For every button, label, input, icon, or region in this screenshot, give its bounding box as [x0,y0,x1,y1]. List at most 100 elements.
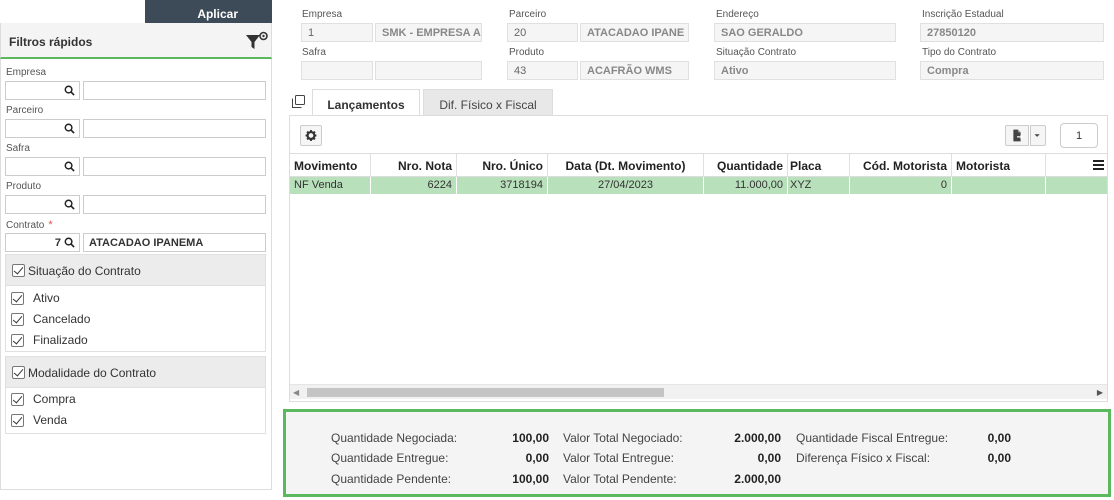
grid-settings-button[interactable] [300,125,322,146]
quick-filters-panel: Aplicar Filtros rápidos Empresa Parceiro… [0,0,272,490]
safra-filter-label: Safra [6,143,30,154]
vt-entregue-value: 0,00 [757,451,781,465]
col-nro-unico[interactable]: Nro. Único [457,154,548,177]
scrollbar-thumb[interactable] [307,388,664,397]
contrato-desc-input[interactable]: ATACADAO IPANEMA [83,233,266,252]
cancelado-checkbox[interactable] [11,313,24,326]
inscricao-field: 27850120 [920,23,1104,42]
finalizado-label: Finalizado [33,333,88,347]
vt-negociado-label: Valor Total Negociado: [563,431,683,445]
situacao-field: Ativo [714,61,896,80]
safra-name-field [375,61,482,80]
endereco-field: SAO GERALDO [714,23,896,42]
cell-movimento: NF Venda [290,177,371,194]
page-number[interactable]: 1 [1060,123,1098,148]
tab-dif-fisico-fiscal[interactable]: Dif. Físico x Fiscal [423,89,553,116]
produto-label: Produto [509,47,545,58]
col-motorista[interactable]: Motorista [952,154,1046,177]
qtd-fiscal-entregue-label: Quantidade Fiscal Entregue: [796,431,949,445]
contrato-code-value: 7 [54,237,61,249]
qtd-pendente-value: 100,00 [512,472,549,486]
safra-code-input[interactable] [5,157,80,176]
scroll-left-arrow-icon[interactable]: ◀ [293,388,299,397]
scroll-right-arrow-icon[interactable]: ▶ [1097,388,1103,397]
empresa-label: Empresa [302,9,343,20]
search-icon[interactable] [64,85,75,96]
venda-label: Venda [33,413,68,427]
tab-lancamentos[interactable]: Lançamentos [312,89,420,116]
modalidade-group-label: Modalidade do Contrato [28,366,157,380]
vt-pendente-label: Valor Total Pendente: [563,472,677,486]
qtd-fiscal-entregue-value: 0,00 [987,431,1011,445]
endereco-label: Endereço [716,9,759,20]
tipo-contrato-field: Compra [920,61,1104,80]
contrato-label-text: Contrato [6,220,45,231]
empresa-desc-input[interactable] [83,81,266,100]
search-icon[interactable] [64,123,75,134]
produto-code-input[interactable] [5,195,80,214]
quick-filters-title: Filtros rápidos [9,35,93,49]
col-placa[interactable]: Placa [788,154,850,177]
empresa-code-field: 1 [301,23,373,42]
produto-desc-input[interactable] [83,195,266,214]
parceiro-label: Parceiro [509,9,547,20]
modalidade-group-checkbox[interactable] [12,366,25,379]
caret-down-icon [1034,134,1040,137]
cell-motorista [952,177,1046,194]
qtd-negociada-label: Quantidade Negociada: [331,431,458,445]
export-dropdown[interactable] [1030,125,1046,146]
vt-negociado-value: 2.000,00 [734,431,781,445]
ativo-checkbox[interactable] [11,292,24,305]
situacao-group-checkbox[interactable] [12,264,25,277]
vt-pendente-value: 2.000,00 [734,472,781,486]
grid-header-row: Movimento Nro. Nota Nro. Único Data (Dt.… [290,153,1107,177]
filter-settings-icon[interactable] [245,31,269,53]
tipo-contrato-label: Tipo do Contrato [922,47,997,58]
venda-checkbox[interactable] [11,414,24,427]
col-nro-nota[interactable]: Nro. Nota [371,154,457,177]
cell-data-movimento: 27/04/2023 [548,177,704,194]
vt-entregue-label: Valor Total Entregue: [563,451,674,465]
export-button[interactable] [1005,125,1029,146]
search-icon[interactable] [64,237,75,248]
search-icon[interactable] [64,161,75,172]
safra-desc-input[interactable] [83,157,266,176]
contrato-code-input[interactable]: 7 [5,233,80,252]
col-cod-motorista[interactable]: Cód. Motorista [850,154,952,177]
situacao-group-header[interactable]: Situação do Contrato [5,254,266,286]
situacao-label: Situação Contrato [716,47,797,58]
apply-button[interactable]: Aplicar [145,0,272,23]
qtd-pendente-label: Quantidade Pendente: [331,472,452,486]
cell-quantidade: 11.000,00 [704,177,788,194]
cell-nro-nota: 6224 [371,177,457,194]
table-row[interactable]: NF Venda 6224 3718194 27/04/2023 11.000,… [290,177,1107,194]
column-menu-icon[interactable] [1093,160,1104,170]
search-icon[interactable] [64,199,75,210]
parceiro-code-input[interactable] [5,119,80,138]
modalidade-group-header[interactable]: Modalidade do Contrato [5,356,266,388]
compra-checkbox[interactable] [11,393,24,406]
inscricao-label: Inscrição Estadual [922,9,1004,20]
produto-code-field: 43 [507,61,578,80]
contrato-filter-label: Contrato * [6,219,53,231]
parceiro-desc-input[interactable] [83,119,266,138]
finalizado-checkbox[interactable] [11,334,24,347]
situacao-group-label: Situação do Contrato [28,264,141,278]
cell-placa: XYZ [788,177,850,194]
copy-icon[interactable] [292,95,305,108]
ativo-label: Ativo [33,291,60,305]
diferenca-fisico-fiscal-label: Diferença Físico x Fiscal: [796,451,931,465]
produto-filter-label: Produto [6,181,42,192]
totals-panel: Quantidade Negociada: 100,00 Quantidade … [283,409,1111,497]
empresa-code-input[interactable] [5,81,80,100]
qtd-entregue-value: 0,00 [525,451,549,465]
parceiro-name-field: ATACADAO IPANE [580,23,689,42]
col-data-movimento[interactable]: Data (Dt. Movimento) [548,154,704,177]
compra-label: Compra [33,392,76,406]
parceiro-filter-label: Parceiro [6,105,44,116]
quick-filters-header: Filtros rápidos [0,23,272,59]
required-marker: * [48,219,53,231]
horizontal-scrollbar[interactable]: ◀ ▶ [290,384,1107,399]
col-movimento[interactable]: Movimento [290,154,371,177]
col-quantidade[interactable]: Quantidade [704,154,788,177]
